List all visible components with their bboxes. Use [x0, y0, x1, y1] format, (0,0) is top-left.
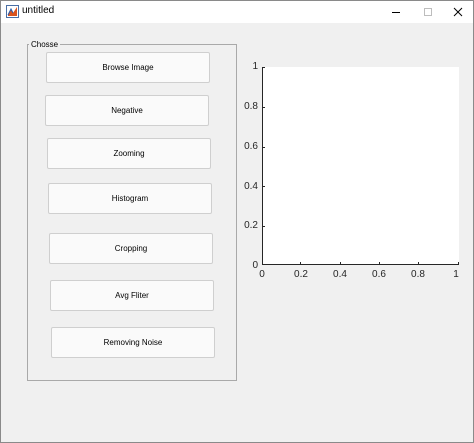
axes-ticks	[262, 67, 459, 265]
x-tick-label: 0.8	[411, 269, 425, 280]
x-tick-label: 0.6	[372, 269, 386, 280]
y-tick-label: 1	[252, 61, 258, 72]
y-tick-label: 0.4	[244, 181, 258, 192]
x-tick-label: 0.4	[333, 269, 347, 280]
x-tick-label: 0.2	[294, 269, 308, 280]
y-tick-label: 0.2	[244, 220, 258, 231]
y-tick-label: 0.8	[244, 101, 258, 112]
x-tick-label: 1	[453, 269, 459, 280]
y-tick-label: 0.6	[244, 141, 258, 152]
x-tick-label: 0	[259, 269, 265, 280]
